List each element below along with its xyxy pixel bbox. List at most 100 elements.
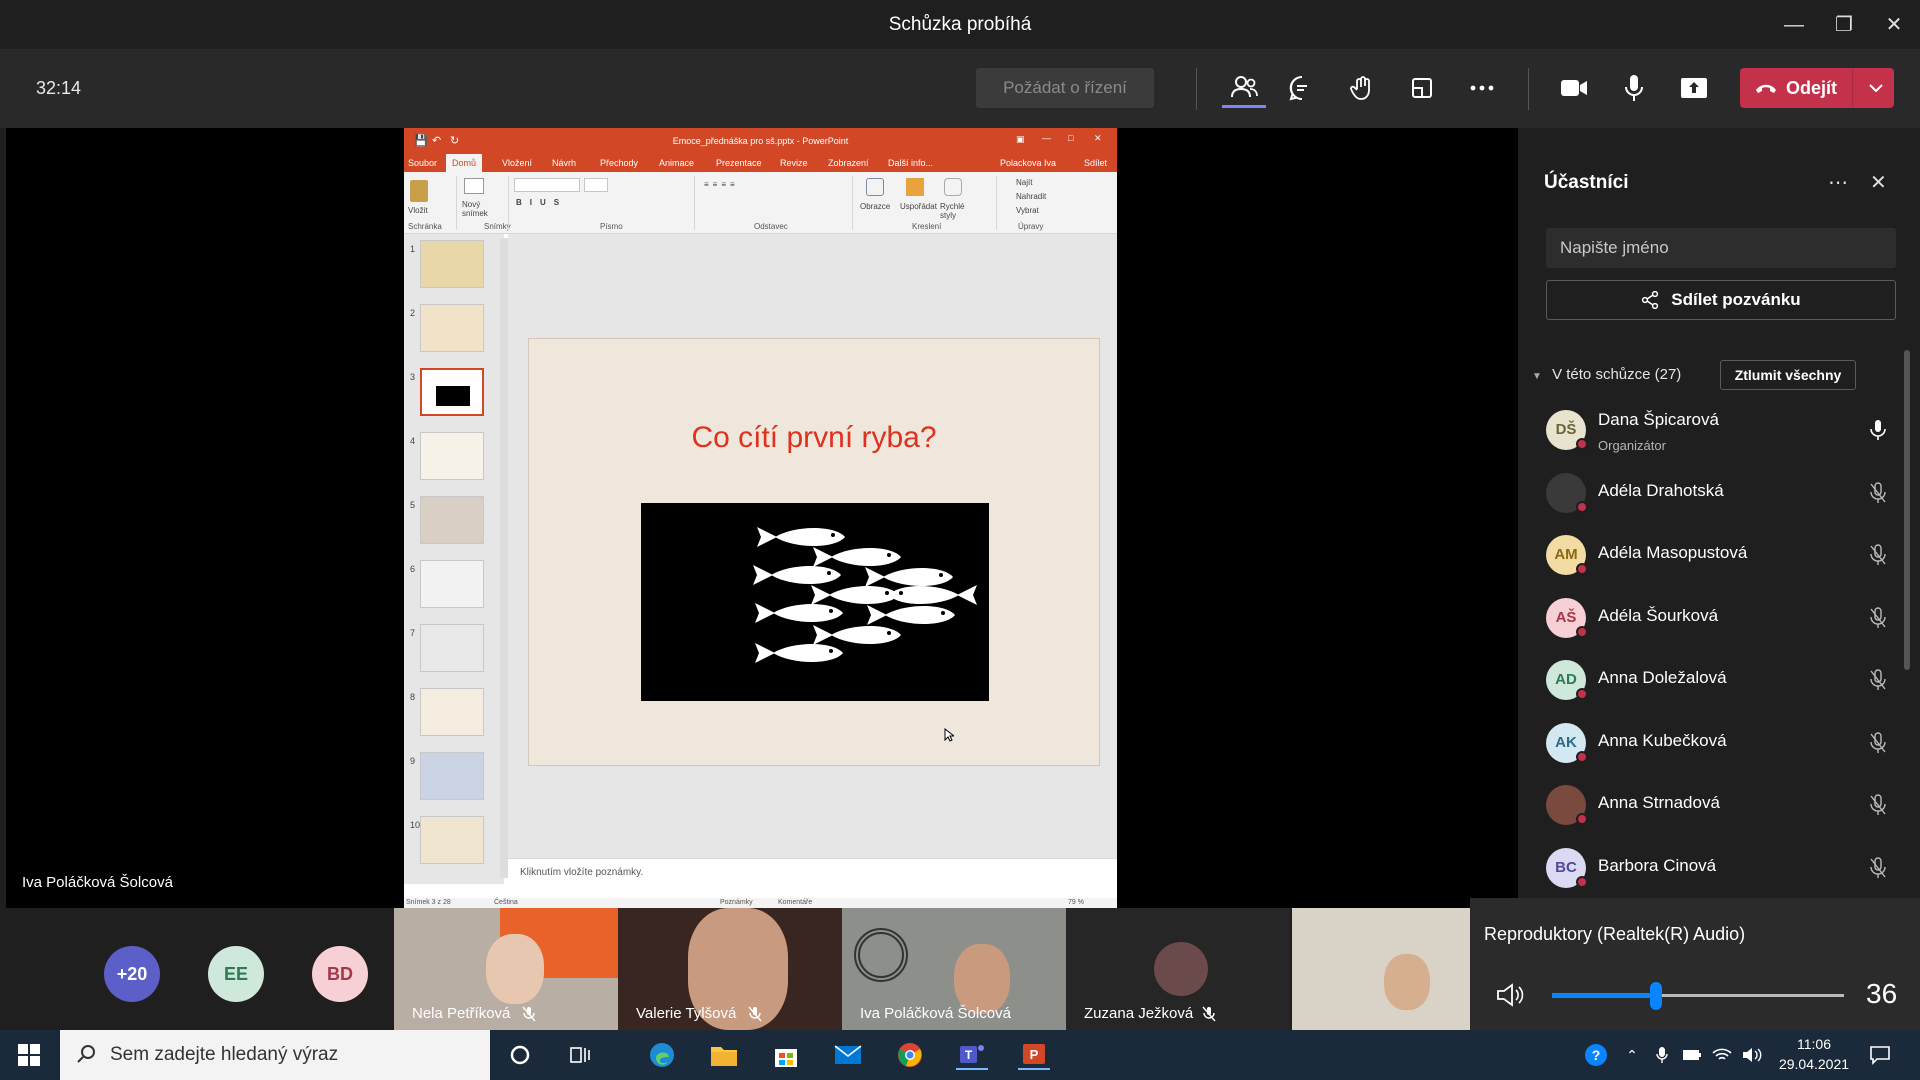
participant-row[interactable]: AK Anna Kubečková [1546,717,1908,769]
participant-search-input[interactable]: Napište jméno [1546,228,1896,268]
panel-more-icon[interactable]: ⋯ [1828,170,1848,195]
speaker-icon[interactable] [1496,982,1528,1008]
battery-icon[interactable] [1676,1040,1708,1070]
slide-thumbnail[interactable] [420,304,484,352]
leave-button[interactable]: Odejít [1740,68,1894,108]
participant-row[interactable]: AM Adéla Masopustová [1546,529,1908,581]
font-name-field [514,178,580,192]
thumbs-scrollbar [500,238,508,878]
powerpoint-window: 💾 ↶ ↻ Emoce_přednáška pro sš.pptx - Powe… [404,128,1117,908]
section-collapse-icon: ▼ [1532,371,1542,382]
slide-thumbnail[interactable] [420,816,484,864]
group-clipboard: Schránka [408,222,442,231]
shapes-label: Obrazce [860,202,891,211]
volume-slider-thumb[interactable] [1650,982,1662,1010]
mail-icon[interactable] [832,1040,864,1070]
rooms-icon[interactable] [1400,68,1444,108]
taskbar-clock[interactable]: 11:06 29.04.2021 [1774,1034,1854,1074]
slide-thumbnail[interactable] [420,496,484,544]
store-icon[interactable] [770,1040,802,1070]
ppt-tab-tell-me: Další info... [888,158,934,168]
mic-off-icon [1868,731,1888,755]
mic-icon [1868,418,1888,442]
people-icon[interactable] [1222,68,1266,108]
slide-thumbnail[interactable] [420,624,484,672]
share-invite-button[interactable]: Sdílet pozvánku [1546,280,1896,320]
restore-icon[interactable]: ❐ [1824,10,1864,40]
group-slides: Snímky [484,222,511,231]
windows-start-icon[interactable] [18,1044,40,1071]
ppt-ribbon: Vložit Schránka Nový snímek Snímky BIUS … [404,172,1117,234]
participant-row[interactable]: BC Barbora Cinová [1546,842,1908,894]
ppt-close-icon: ✕ [1094,133,1102,143]
participants-section-header[interactable]: ▼ V této schůzce (27) [1532,366,1681,383]
ppt-tab-review: Revize [780,158,808,168]
slide-thumbnail[interactable] [420,432,484,480]
tile-name: Valerie Tylšová [636,1005,737,1022]
volume-value: 36 [1866,978,1898,1009]
chat-icon[interactable] [1280,68,1324,108]
close-icon[interactable]: ✕ [1874,10,1914,40]
video-tile[interactable]: Zuzana Ježková [1066,908,1290,1030]
slide-thumbnail[interactable] [420,560,484,608]
thumb-number: 1 [410,244,416,254]
more-icon[interactable] [1460,68,1504,108]
status-dot [1576,438,1588,450]
task-view-icon[interactable] [564,1040,596,1070]
slide-thumbnail[interactable] [420,240,484,288]
fish-school-illustration [753,527,977,663]
participant-role: Organizátor [1598,438,1666,453]
tray-mic-icon[interactable] [1646,1040,1678,1070]
overflow-count-avatar[interactable]: +20 [104,946,160,1002]
status-dot [1576,688,1588,700]
toolbar-divider [1528,68,1529,110]
svg-text:T: T [965,1048,973,1062]
chevron-down-icon[interactable] [1858,68,1894,108]
mouse-cursor-icon [944,728,954,742]
help-icon[interactable]: ? [1580,1040,1612,1070]
mute-all-button[interactable]: Ztlumit všechny [1720,360,1856,390]
participant-row[interactable]: DŠ Dana Špicarová Organizátor [1546,404,1908,456]
video-tile[interactable]: Nela Petříková [394,908,618,1030]
edge-icon[interactable] [646,1040,678,1070]
share-icon[interactable] [1672,68,1716,108]
powerpoint-icon[interactable]: P [1018,1040,1050,1070]
participant-row[interactable]: AŠ Adéla Šourková [1546,592,1908,644]
mic-off-icon [522,1006,536,1022]
panel-close-icon[interactable]: ✕ [1870,170,1887,195]
group-paragraph: Odstavec [754,222,788,231]
participant-row[interactable]: Adéla Drahotská [1546,467,1908,519]
minimize-icon[interactable]: — [1774,10,1814,40]
slide-thumbnail[interactable] [420,368,484,416]
avatar: EE [208,946,264,1002]
cortana-icon[interactable] [504,1040,536,1070]
notifications-icon[interactable] [1864,1040,1896,1070]
mic-icon[interactable] [1612,68,1656,108]
volume-tray-icon[interactable] [1736,1040,1768,1070]
tray-chevron-icon[interactable]: ⌃ [1616,1040,1648,1070]
new-slide-label: Nový snímek [462,200,488,218]
file-explorer-icon[interactable] [708,1040,740,1070]
participant-name: Anna Doležalová [1598,668,1727,687]
avatar: BD [312,946,368,1002]
wifi-icon[interactable] [1706,1040,1738,1070]
panel-scrollbar[interactable] [1904,350,1910,670]
raise-hand-icon[interactable] [1340,68,1384,108]
status-notes: Poznámky [720,899,753,906]
meeting-toolbar: 32:14 Požádat o řízení Odejít [0,50,1920,128]
ribbon-separator [694,176,695,230]
video-tile[interactable]: Iva Poláčková Šolcová [842,908,1066,1030]
participant-row[interactable]: AD Anna Doležalová [1546,654,1908,706]
teams-icon[interactable]: T [956,1040,988,1070]
participant-row[interactable]: Anna Strnadová [1546,779,1908,831]
slide-thumbnail[interactable] [420,688,484,736]
participant-name: Adéla Drahotská [1598,480,1724,500]
camera-icon[interactable] [1552,68,1596,108]
chrome-icon[interactable] [894,1040,926,1070]
slide-thumbnail[interactable] [420,752,484,800]
status-dot [1576,813,1588,825]
video-tile[interactable]: Valerie Tylšová [618,908,842,1030]
taskbar-search-box[interactable]: Sem zadejte hledaný výraz [60,1030,490,1080]
request-control-button[interactable]: Požádat o řízení [976,68,1154,108]
status-dot [1576,750,1588,763]
